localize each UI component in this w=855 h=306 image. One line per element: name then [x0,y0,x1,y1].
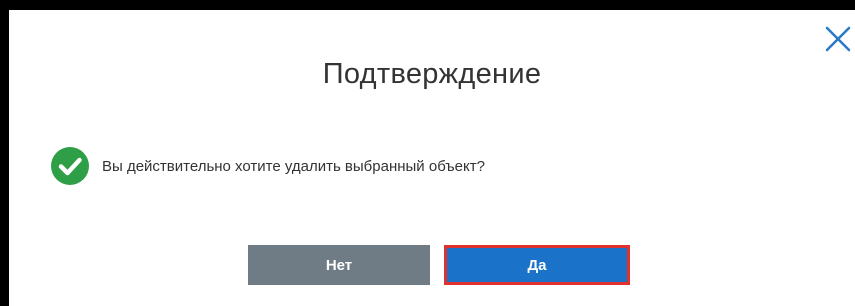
yes-button[interactable]: Да [444,245,630,285]
close-button[interactable] [823,24,853,54]
message-row: Вы действительно хотите удалить выбранны… [50,145,485,187]
confirmation-dialog: Подтверждение Вы действительно хотите уд… [9,10,855,306]
dialog-title: Подтверждение [322,58,542,90]
yes-button-label: Да [527,256,547,274]
close-icon [825,26,851,52]
confirmation-message: Вы действительно хотите удалить выбранны… [102,157,485,175]
no-button[interactable]: Нет [248,245,430,285]
check-circle-icon [50,146,90,186]
no-button-label: Нет [325,256,353,274]
